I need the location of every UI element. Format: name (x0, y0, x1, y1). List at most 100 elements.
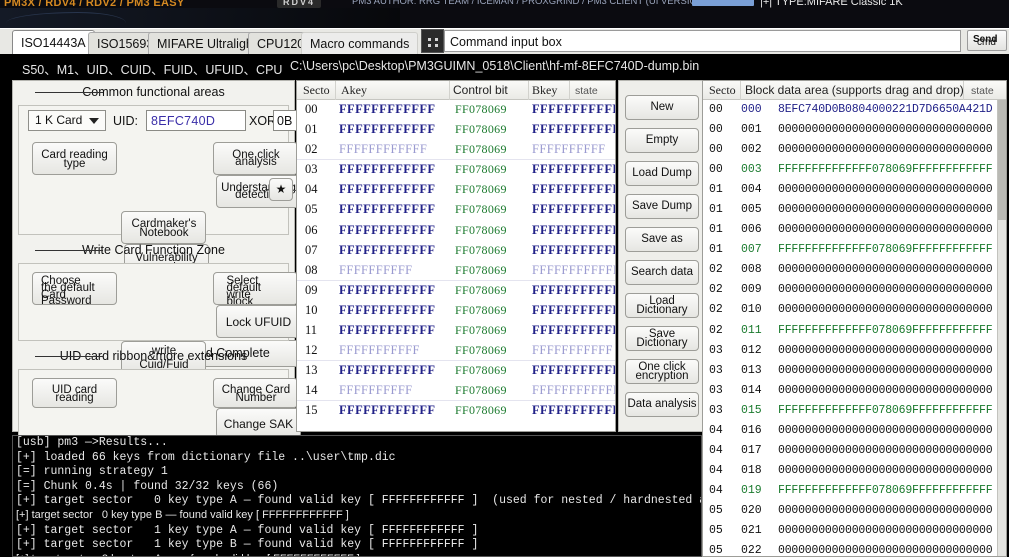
cell-control-bit[interactable]: FF078069 (455, 383, 507, 398)
search-data-button[interactable]: Search data (625, 260, 699, 285)
key-table-row[interactable]: 02FFFFFFFFFFFFFF078069FFFFFFFFFF (297, 140, 615, 160)
card-reading-type-button[interactable]: Card reading type (32, 142, 117, 175)
cell-bkey[interactable]: FFFFFFFFFFF (532, 343, 613, 358)
block-data-row[interactable]: 00003FFFFFFFFFFFFFF078069FFFFFFFFFFFF (703, 160, 1006, 180)
block-panel-scrollbar[interactable] (997, 100, 1006, 556)
block-data-row[interactable]: 0502100000000000000000000000000000000 (703, 521, 1006, 541)
block-data-row[interactable]: 0100500000000000000000000000000000000 (703, 200, 1006, 220)
block-data-row[interactable]: 0401700000000000000000000000000000000 (703, 441, 1006, 461)
key-table-row[interactable]: 11FFFFFFFFFFFFFF078069FFFFFFFFFFFF (297, 321, 615, 341)
change-card-number-button[interactable]: Change Card Number (213, 378, 298, 408)
load-dump-button[interactable]: Load Dump (625, 161, 699, 186)
cell-block-data[interactable]: 00000000000000000000000000000000 (778, 303, 992, 316)
cell-akey[interactable]: FFFFFFFFFFFF (339, 283, 435, 298)
cell-control-bit[interactable]: FF078069 (455, 263, 507, 278)
uid-card-reading-button[interactable]: UID card reading (32, 378, 117, 408)
cell-control-bit[interactable]: FF078069 (455, 202, 507, 217)
cell-akey[interactable]: FFFFFFFFFFFF (339, 403, 435, 418)
key-table-row[interactable]: 06FFFFFFFFFFFFFF078069FFFFFFFFFFFF (297, 221, 615, 241)
cell-block-data[interactable]: 00000000000000000000000000000000 (778, 444, 992, 457)
choose-default-card-password-button[interactable]: Choose the default Card Password (32, 272, 117, 305)
key-table-body[interactable]: 00FFFFFFFFFFFFFF078069FFFFFFFFFFFF01FFFF… (297, 100, 615, 422)
scrollbar-thumb[interactable] (998, 100, 1007, 220)
cell-control-bit[interactable]: FF078069 (455, 323, 507, 338)
cell-bkey[interactable]: FFFFFFFFFFFF (532, 223, 616, 238)
card-type-select[interactable]: 1 K Card (28, 110, 106, 131)
uid-input[interactable]: 8EFC740D (146, 110, 246, 131)
cell-control-bit[interactable]: FF078069 (455, 182, 507, 197)
key-table-row[interactable]: 00FFFFFFFFFFFFFF078069FFFFFFFFFFFF (297, 100, 615, 120)
cell-bkey[interactable]: FFFFFFFFFFFF (532, 283, 616, 298)
empty-button[interactable]: Empty (625, 128, 699, 153)
star-favorite-icon[interactable]: ★ (269, 178, 293, 201)
cell-akey[interactable]: FFFFFFFFFF (339, 263, 413, 278)
save-as-button[interactable]: Save as (625, 227, 699, 252)
tab-iso14443a[interactable]: ISO14443A (12, 30, 95, 55)
cell-akey[interactable]: FFFFFFFFFFF (339, 343, 420, 358)
cell-block-data[interactable]: 8EFC740D0B0804000221D7D6650A421D (778, 103, 992, 116)
change-sak-button[interactable]: Change SAK (216, 408, 301, 438)
block-data-row[interactable]: 0100400000000000000000000000000000000 (703, 180, 1006, 200)
cell-bkey[interactable]: FFFFFFFFFFFF (532, 383, 616, 398)
key-table-row[interactable]: 05FFFFFFFFFFFFFF078069FFFFFFFFFFFF (297, 200, 615, 220)
one-click-encryption-button[interactable]: One clickencryption (625, 359, 699, 384)
cell-control-bit[interactable]: FF078069 (455, 243, 507, 258)
block-data-row[interactable]: 0000200000000000000000000000000000000 (703, 140, 1006, 160)
cell-control-bit[interactable]: FF078069 (455, 343, 507, 358)
block-data-row[interactable]: 0100600000000000000000000000000000000 (703, 220, 1006, 240)
cell-bkey[interactable]: FFFFFFFFFFFF (532, 303, 616, 318)
cell-control-bit[interactable]: FF078069 (455, 283, 507, 298)
cell-block-data[interactable]: FFFFFFFFFFFFFF078069FFFFFFFFFFFF (778, 163, 992, 176)
cell-block-data[interactable]: 00000000000000000000000000000000 (778, 283, 992, 296)
block-data-row[interactable]: 0502200000000000000000000000000000000 (703, 541, 1006, 557)
cell-bkey[interactable]: FFFFFFFFFFFF (532, 263, 616, 278)
cell-control-bit[interactable]: FF078069 (455, 223, 507, 238)
cell-akey[interactable]: FFFFFFFFFFFF (339, 323, 435, 338)
send-command-button[interactable]: Send cmd (967, 30, 1007, 51)
console-log[interactable]: [usb] pm3 —>Results...[+] loaded 66 keys… (12, 435, 702, 557)
key-table-row[interactable]: 15FFFFFFFFFFFFFF078069FFFFFFFFFFFF (297, 401, 615, 421)
key-table-row[interactable]: 01FFFFFFFFFFFFFF078069FFFFFFFFFFFF (297, 120, 615, 140)
cell-control-bit[interactable]: FF078069 (455, 303, 507, 318)
cell-block-data[interactable]: 00000000000000000000000000000000 (778, 504, 992, 517)
command-grip-handle[interactable] (421, 29, 444, 53)
cell-bkey[interactable]: FFFFFFFFFFFF (532, 102, 616, 117)
cell-block-data[interactable]: 00000000000000000000000000000000 (778, 344, 992, 357)
one-click-analysis-button[interactable]: One click analysis (213, 142, 298, 175)
key-table-row[interactable]: 12FFFFFFFFFFFFF078069FFFFFFFFFFF (297, 341, 615, 361)
cell-block-data[interactable]: FFFFFFFFFFFFFF078069FFFFFFFFFFFF (778, 484, 992, 497)
block-data-row[interactable]: 0000100000000000000000000000000000000 (703, 120, 1006, 140)
key-table-row[interactable]: 10FFFFFFFFFFFFFF078069FFFFFFFFFFFF (297, 301, 615, 321)
cell-akey[interactable]: FFFFFFFFFFFF (339, 182, 435, 197)
cell-bkey[interactable]: FFFFFFFFFFFF (532, 403, 616, 418)
cell-akey[interactable]: FFFFFFFFFFFF (339, 223, 435, 238)
cell-block-data[interactable]: 00000000000000000000000000000000 (778, 524, 992, 537)
cell-bkey[interactable]: FFFFFFFFFF (532, 142, 606, 157)
cell-block-data[interactable]: 00000000000000000000000000000000 (778, 263, 992, 276)
cell-block-data[interactable]: 00000000000000000000000000000000 (778, 384, 992, 397)
cell-block-data[interactable]: 00000000000000000000000000000000 (778, 364, 992, 377)
cell-block-data[interactable]: 00000000000000000000000000000000 (778, 143, 992, 156)
cell-block-data[interactable]: 00000000000000000000000000000000 (778, 544, 992, 557)
cell-akey[interactable]: FFFFFFFFFFFF (339, 142, 427, 157)
cell-bkey[interactable]: FFFFFFFFFFFF (532, 363, 616, 378)
command-input[interactable]: Command input box (444, 30, 961, 52)
cell-akey[interactable]: FFFFFFFFFFFF (339, 122, 435, 137)
cell-block-data[interactable]: FFFFFFFFFFFFFF078069FFFFFFFFFFFF (778, 404, 992, 417)
cell-block-data[interactable]: 00000000000000000000000000000000 (778, 424, 992, 437)
block-data-row[interactable]: 01007FFFFFFFFFFFFFF078069FFFFFFFFFFFF (703, 240, 1006, 260)
block-data-row[interactable]: 03015FFFFFFFFFFFFFF078069FFFFFFFFFFFF (703, 401, 1006, 421)
cell-bkey[interactable]: FFFFFFFFFFFF (532, 323, 616, 338)
block-data-row[interactable]: 0200900000000000000000000000000000000 (703, 280, 1006, 300)
cell-bkey[interactable]: FFFFFFFFFFFF (532, 162, 616, 177)
cell-bkey[interactable]: FFFFFFFFFFFF (532, 243, 616, 258)
save-dump-button[interactable]: Save Dump (625, 194, 699, 219)
key-table-row[interactable]: 09FFFFFFFFFFFFFF078069FFFFFFFFFFFF (297, 281, 615, 301)
key-table-row[interactable]: 13FFFFFFFFFFFFFF078069FFFFFFFFFFFF (297, 361, 615, 381)
cell-bkey[interactable]: FFFFFFFFFFFF (532, 182, 616, 197)
block-data-row[interactable]: 04019FFFFFFFFFFFFFF078069FFFFFFFFFFFF (703, 481, 1006, 501)
cell-control-bit[interactable]: FF078069 (455, 142, 507, 157)
data-analysis-button[interactable]: Data analysis (625, 392, 699, 417)
key-table-row[interactable]: 14FFFFFFFFFFFF078069FFFFFFFFFFFF (297, 381, 615, 401)
new-button[interactable]: New (625, 95, 699, 120)
